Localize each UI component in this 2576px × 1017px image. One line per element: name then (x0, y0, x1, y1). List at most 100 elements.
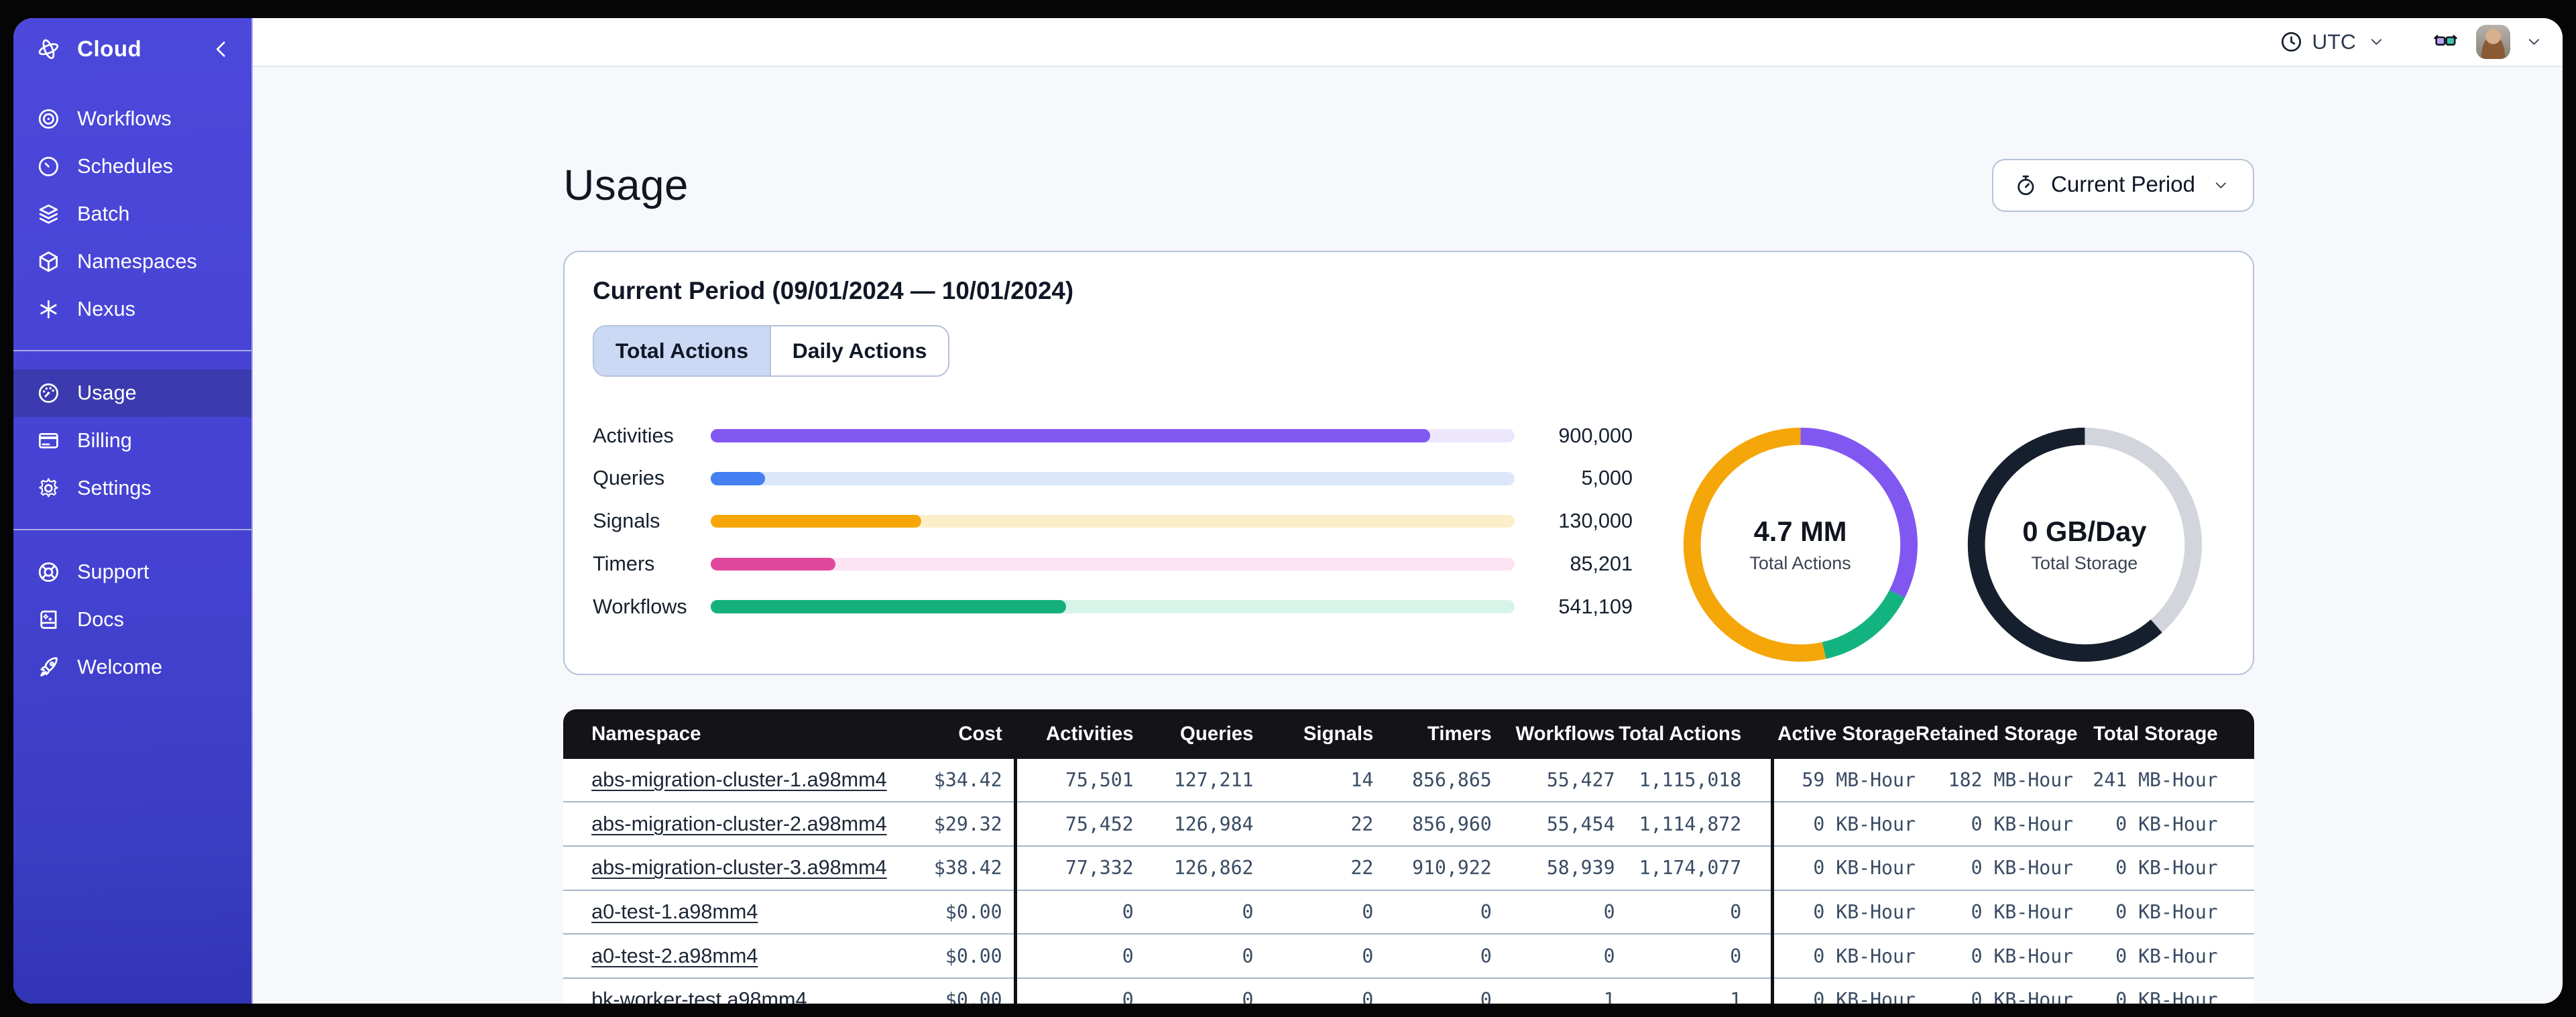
namespace-link[interactable]: bk-worker-test.a98mm4 (591, 988, 807, 1004)
namespace-link[interactable]: a0-test-2.a98mm4 (591, 945, 758, 967)
timezone-dropdown[interactable]: UTC (2279, 29, 2388, 54)
bar-track (711, 600, 1515, 613)
bar-label: Workflows (593, 595, 687, 618)
glasses-icon[interactable] (2433, 28, 2458, 56)
value-cell: 182 MB-Hour (1948, 768, 2074, 791)
table-header: Namespace Cost Activities Queries Signals Tim… (563, 709, 2254, 759)
bar-fill (711, 429, 1430, 443)
user-avatar[interactable] (2475, 24, 2511, 60)
bar-value: 5,000 (1581, 467, 1633, 490)
bar-label: Signals (593, 510, 660, 533)
bar-track (711, 514, 1515, 528)
workflows-icon (36, 107, 61, 131)
value-cell: 0 (1603, 900, 1615, 923)
sidebar-item-usage[interactable]: Usage (13, 369, 252, 418)
docs-icon (36, 607, 61, 632)
value-cell: 1 (1730, 989, 1742, 1004)
namespace-cell: abs-migration-cluster-1.a98mm4 (563, 768, 911, 792)
namespace-link[interactable]: a0-test-1.a98mm4 (591, 900, 758, 923)
column-header-active-storage: Active Storage (1777, 722, 1916, 745)
value-cell: 0 (1480, 900, 1492, 923)
namespace-cell: a0-test-1.a98mm4 (563, 900, 911, 924)
value-cell: 0 KB-Hour (1813, 945, 1916, 967)
tab-total-actions[interactable]: Total Actions (594, 326, 770, 376)
value-cell: 0 (1480, 945, 1492, 967)
sidebar-item-label: Docs (77, 608, 124, 632)
value-cell: 1,115,018 (1639, 768, 1742, 791)
sidebar-item-batch[interactable]: Batch (13, 190, 252, 238)
value-cell: 0 KB-Hour (2115, 989, 2218, 1004)
sidebar-item-docs[interactable]: Docs (13, 596, 252, 644)
value-cell: 55,427 (1546, 768, 1615, 791)
sidebar-item-welcome[interactable]: Welcome (13, 644, 252, 691)
usage-bar-chart: Activities 900,000 Queries 5,000 Signals 130,… (593, 414, 1661, 628)
column-group-divider (1013, 758, 1017, 1004)
page-header-row: Usage Current Period (563, 159, 2254, 212)
value-cell: 0 KB-Hour (2115, 857, 2218, 880)
column-header-total-storage: Total Storage (2093, 722, 2218, 745)
sidebar-divider (13, 349, 252, 352)
value-cell: 0 (1730, 945, 1742, 967)
bar-value: 130,000 (1558, 510, 1633, 533)
value-cell: 0 KB-Hour (2115, 945, 2218, 967)
bar-track (711, 429, 1515, 443)
sidebar-item-label: Usage (77, 381, 137, 405)
namespace-link[interactable]: abs-migration-cluster-2.a98mm4 (591, 813, 887, 835)
user-menu-chevron-icon[interactable] (2522, 34, 2546, 50)
table-body: abs-migration-cluster-1.a98mm4 $34.42 75,5… (563, 758, 2254, 1004)
value-cell: $38.42 (933, 857, 1002, 880)
sidebar-item-label: Batch (77, 202, 130, 226)
column-header-timers: Timers (1427, 722, 1492, 745)
value-cell: 0 (1242, 945, 1254, 967)
bar-row-queries: Queries 5,000 (593, 457, 1661, 500)
tab-daily-actions[interactable]: Daily Actions (769, 326, 948, 376)
namespace-cell: bk-worker-test.a98mm4 (563, 988, 911, 1004)
table-row: a0-test-1.a98mm4 $0.00 0 0 0 0 0 0 0 KB-Hour 0 KB… (563, 889, 2254, 934)
value-cell: 0 (1242, 989, 1254, 1004)
total-actions-label: Total Actions (1749, 552, 1851, 573)
sidebar-item-label: Billing (77, 429, 132, 453)
value-cell: $0.00 (945, 945, 1002, 967)
cloud-logo-icon (36, 37, 61, 62)
nexus-icon (36, 297, 61, 322)
column-header-signals: Signals (1303, 722, 1374, 745)
value-cell: 126,984 (1173, 813, 1254, 835)
bar-label: Queries (593, 467, 665, 490)
sidebar-item-schedules[interactable]: Schedules (13, 143, 252, 190)
column-header-namespace: Namespace (591, 722, 701, 745)
bar-row-activities: Activities 900,000 (593, 414, 1661, 457)
namespace-link[interactable]: abs-migration-cluster-1.a98mm4 (591, 768, 887, 791)
sidebar-item-settings[interactable]: Settings (13, 465, 252, 512)
sidebar-item-support[interactable]: Support (13, 548, 252, 596)
total-storage-donut: 0 GB/Day Total Storage (1967, 426, 2203, 663)
sidebar-item-billing[interactable]: Billing (13, 417, 252, 465)
table-row: abs-migration-cluster-3.a98mm4 $38.42 77,3… (563, 845, 2254, 890)
sidebar-collapse-button[interactable] (209, 37, 234, 62)
value-cell: 22 (1350, 813, 1374, 835)
bar-value: 541,109 (1558, 595, 1633, 618)
timezone-label: UTC (2312, 29, 2356, 54)
namespace-link[interactable]: abs-migration-cluster-3.a98mm4 (591, 856, 887, 879)
bar-track (711, 472, 1515, 485)
value-cell: 0 KB-Hour (2115, 813, 2218, 835)
bar-fill (711, 472, 765, 485)
sidebar-item-nexus[interactable]: Nexus (13, 286, 252, 333)
value-cell: 0 (1362, 945, 1374, 967)
value-cell: 0 (1122, 989, 1134, 1004)
value-cell: 856,865 (1412, 768, 1492, 791)
usage-summary-card: Current Period (09/01/2024 — 10/01/2024)… (563, 251, 2254, 675)
period-selector-button[interactable]: Current Period (1992, 159, 2254, 212)
sidebar-item-namespaces[interactable]: Namespaces (13, 238, 252, 286)
column-header-workflows: Workflows (1515, 722, 1615, 745)
sidebar-item-workflows[interactable]: Workflows (13, 95, 252, 143)
bar-row-workflows: Workflows 541,109 (593, 585, 1661, 628)
sidebar-account-nav: Usage Billing Settings (13, 369, 252, 512)
bar-label: Activities (593, 424, 674, 447)
value-cell: $34.42 (933, 768, 1002, 791)
value-cell: 126,862 (1173, 857, 1254, 880)
value-cell: 0 KB-Hour (1813, 857, 1916, 880)
table-row: abs-migration-cluster-1.a98mm4 $34.42 75,5… (563, 758, 2254, 802)
namespace-usage-table: Namespace Cost Activities Queries Signals Tim… (563, 709, 2254, 1004)
sidebar-divider (13, 528, 252, 531)
value-cell: 77,332 (1065, 857, 1134, 880)
